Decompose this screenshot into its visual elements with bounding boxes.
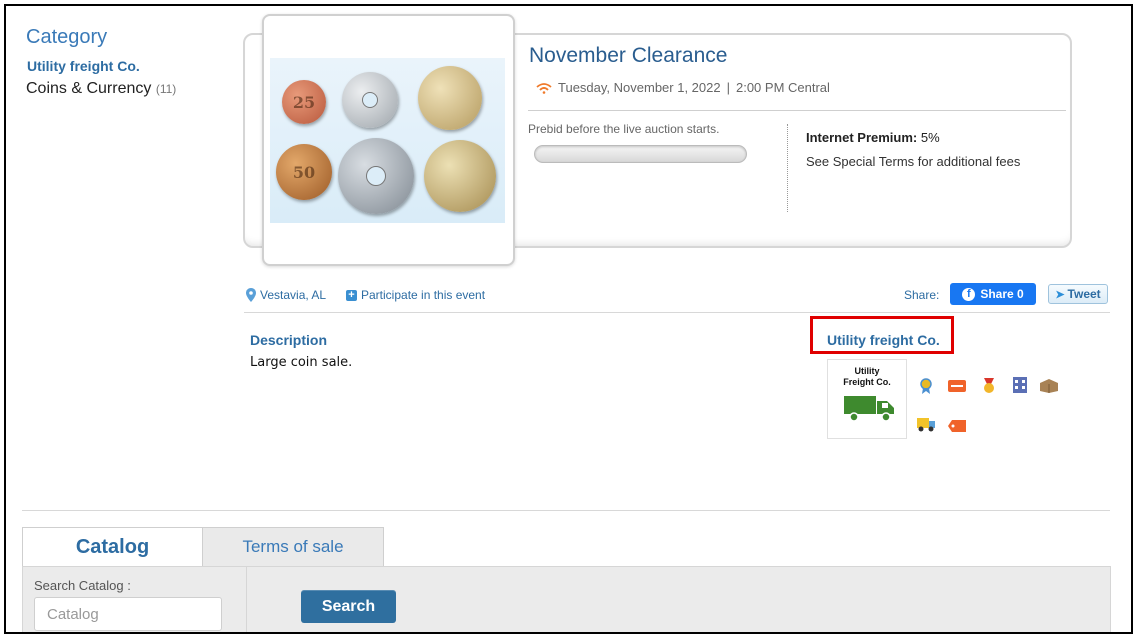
event-vertical-divider <box>787 124 788 212</box>
prebid-progress-bar <box>534 145 747 163</box>
category-heading: Category <box>26 26 108 48</box>
category-item-label: Coins & Currency <box>26 80 152 97</box>
event-location-link[interactable]: Vestavia, AL <box>246 288 326 302</box>
search-catalog-label: Search Catalog : <box>34 578 131 593</box>
tweet-text: Tweet <box>1067 287 1101 301</box>
tweet-button[interactable]: ➤ Tweet <box>1048 284 1108 304</box>
coin-5-kroner <box>338 138 414 214</box>
seller-logo-line1: Utility <box>854 366 880 376</box>
description-text: Large coin sale. <box>250 355 353 370</box>
share-label: Share: <box>904 288 940 302</box>
coin-20-kroner <box>424 140 496 212</box>
category-item-coins-currency[interactable]: Coins & Currency (11) <box>26 80 176 98</box>
truck-icon <box>844 396 894 422</box>
participate-text: Participate in this event <box>361 288 486 302</box>
tabs-divider <box>22 510 1110 511</box>
coin-50-ore: 50 <box>276 144 332 200</box>
tab-terms-of-sale[interactable]: Terms of sale <box>202 527 384 567</box>
prebid-notice: Prebid before the live auction starts. <box>528 122 720 136</box>
search-button[interactable]: Search <box>301 590 396 623</box>
box-icon[interactable] <box>1040 378 1058 394</box>
medal-icon[interactable] <box>980 378 998 394</box>
page-frame: Category Utility freight Co. Coins & Cur… <box>4 4 1133 634</box>
internet-premium-value: 5% <box>920 130 940 145</box>
event-datetime: Tuesday, November 1, 2022 | 2:00 PM Cent… <box>536 80 830 95</box>
coin-10-kroner <box>418 66 482 130</box>
event-date-separator: | <box>726 80 730 95</box>
delivery-icon[interactable] <box>917 416 935 432</box>
plus-icon: + <box>346 289 357 301</box>
event-photo-card[interactable]: 25 50 <box>262 14 515 266</box>
seller-name-link[interactable]: Utility freight Co. <box>827 332 940 348</box>
participate-link[interactable]: + Participate in this event <box>346 288 485 302</box>
facebook-share-text: Share 0 <box>980 287 1024 301</box>
event-time: 2:00 PM Central <box>735 80 830 95</box>
category-organization-link[interactable]: Utility freight Co. <box>27 58 140 74</box>
tab-catalog[interactable]: Catalog <box>22 527 203 567</box>
coin-1-krone <box>342 72 398 128</box>
twitter-bird-icon: ➤ <box>1055 288 1065 301</box>
event-divider <box>528 110 1066 111</box>
facebook-icon: f <box>962 287 976 301</box>
category-item-count: (11) <box>155 82 177 96</box>
map-pin-icon <box>246 288 256 302</box>
ticket-icon[interactable] <box>948 418 966 434</box>
facebook-share-button[interactable]: f Share 0 <box>950 283 1036 305</box>
internet-premium-label: Internet Premium: <box>806 130 918 145</box>
special-terms-note: See Special Terms for additional fees <box>806 154 1021 169</box>
event-photo: 25 50 <box>270 58 505 223</box>
search-catalog-input[interactable] <box>34 597 222 631</box>
award-ribbon-icon[interactable] <box>917 378 935 394</box>
event-date: Tuesday, November 1, 2022 <box>558 80 721 95</box>
building-icon[interactable] <box>1011 376 1029 393</box>
internet-premium: Internet Premium: 5% <box>806 130 940 145</box>
coin-25-ore: 25 <box>282 80 326 124</box>
section-divider <box>244 312 1110 313</box>
tag-icon[interactable] <box>948 378 966 394</box>
live-broadcast-icon <box>536 82 552 94</box>
event-location-text: Vestavia, AL <box>260 288 327 302</box>
event-title[interactable]: November Clearance <box>529 44 727 68</box>
seller-logo-line2: Freight Co. <box>843 377 891 387</box>
description-heading: Description <box>250 332 328 348</box>
seller-logo[interactable]: Utility Freight Co. <box>827 359 907 439</box>
